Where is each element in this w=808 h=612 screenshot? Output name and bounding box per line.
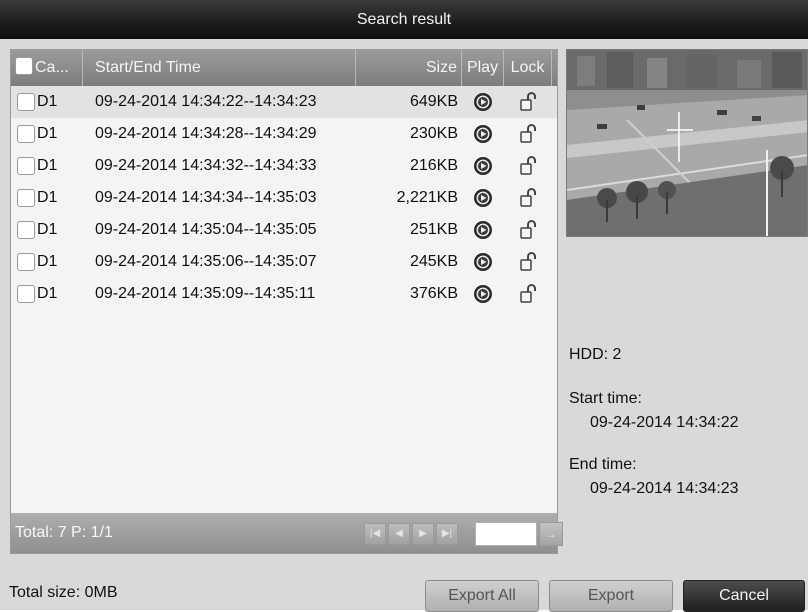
end-time-value: 09-24-2014 14:34:23 — [590, 480, 739, 497]
camera-label: D1 — [37, 125, 58, 142]
results-list-panel: Ca... Start/End Time Size Play Lock D1 0… — [10, 49, 563, 554]
unlocked-padlock-icon[interactable] — [508, 123, 548, 145]
play-circle-icon[interactable] — [463, 220, 503, 240]
play-circle-icon[interactable] — [463, 252, 503, 272]
unlocked-padlock-icon[interactable] — [508, 251, 548, 273]
row-camera-cell: D1 — [17, 118, 57, 150]
next-page-icon[interactable]: ▶ — [412, 523, 434, 545]
export-all-button[interactable]: Export All — [425, 580, 539, 612]
list-header: Ca... Start/End Time Size Play Lock — [11, 50, 557, 86]
play-circle-icon[interactable] — [463, 124, 503, 144]
size-cell: 230KB — [409, 125, 458, 142]
time-range-cell: 09-24-2014 14:34:28--14:34:29 — [95, 125, 317, 142]
row-checkbox[interactable] — [17, 124, 35, 143]
row-camera-cell: D1 — [17, 246, 57, 278]
table-row[interactable]: D1 09-24-2014 14:35:09--14:35:11 376KB — [11, 278, 557, 310]
camera-label: D1 — [37, 253, 58, 270]
select-all-checkbox[interactable] — [15, 57, 33, 76]
time-range-cell: 09-24-2014 14:34:32--14:34:33 — [95, 157, 317, 174]
start-time-label: Start time: — [569, 390, 642, 407]
table-row[interactable]: D1 09-24-2014 14:34:28--14:34:29 230KB — [11, 118, 557, 150]
column-header-camera[interactable]: Ca... — [11, 50, 83, 86]
row-checkbox[interactable] — [17, 92, 35, 111]
play-circle-icon[interactable] — [463, 188, 503, 208]
camera-label: D1 — [37, 93, 58, 110]
size-cell: 2,221KB — [396, 189, 458, 206]
camera-label: D1 — [37, 221, 58, 238]
start-time-value: 09-24-2014 14:34:22 — [590, 414, 739, 431]
time-range-cell: 09-24-2014 14:34:22--14:34:23 — [95, 93, 317, 110]
column-header-lock: Lock — [504, 50, 552, 86]
total-size-label: Total size: 0MB — [9, 584, 118, 601]
dialog-title: Search result — [0, 0, 808, 39]
results-rows: D1 09-24-2014 14:34:22--14:34:23 649KB D… — [11, 86, 557, 310]
first-page-icon[interactable]: |◀ — [364, 523, 386, 545]
row-checkbox[interactable] — [17, 220, 35, 239]
size-cell: 251KB — [409, 221, 458, 238]
play-circle-icon[interactable] — [463, 284, 503, 304]
video-preview-thumbnail — [566, 49, 808, 237]
time-range-cell: 09-24-2014 14:34:34--14:35:03 — [95, 189, 317, 206]
row-camera-cell: D1 — [17, 150, 57, 182]
column-header-time[interactable]: Start/End Time — [83, 50, 356, 86]
go-arrow-icon[interactable]: → — [539, 522, 563, 546]
row-checkbox[interactable] — [17, 188, 35, 207]
last-page-icon[interactable]: ▶| — [436, 523, 458, 545]
size-cell: 376KB — [409, 285, 458, 302]
table-row[interactable]: D1 09-24-2014 14:34:34--14:35:03 2,221KB — [11, 182, 557, 214]
table-row[interactable]: D1 09-24-2014 14:34:32--14:34:33 216KB — [11, 150, 557, 182]
row-camera-cell: D1 — [17, 86, 57, 118]
table-row[interactable]: D1 09-24-2014 14:35:04--14:35:05 251KB — [11, 214, 557, 246]
time-range-cell: 09-24-2014 14:35:09--14:35:11 — [95, 285, 316, 302]
prev-page-icon[interactable]: ◀ — [388, 523, 410, 545]
row-camera-cell: D1 — [17, 182, 57, 214]
end-time-label: End time: — [569, 456, 637, 473]
page-number-input[interactable] — [475, 522, 537, 546]
unlocked-padlock-icon[interactable] — [508, 283, 548, 305]
time-range-cell: 09-24-2014 14:35:06--14:35:07 — [95, 253, 317, 270]
row-checkbox[interactable] — [17, 284, 35, 303]
column-header-play: Play — [462, 50, 504, 86]
cancel-button[interactable]: Cancel — [683, 580, 805, 612]
hdd-label: HDD: 2 — [569, 346, 622, 363]
size-cell: 245KB — [409, 253, 458, 270]
unlocked-padlock-icon[interactable] — [508, 219, 548, 241]
camera-label: D1 — [37, 157, 58, 174]
play-circle-icon[interactable] — [463, 92, 503, 112]
size-cell: 216KB — [409, 157, 458, 174]
time-range-cell: 09-24-2014 14:35:04--14:35:05 — [95, 221, 317, 238]
column-header-size[interactable]: Size — [356, 50, 462, 86]
row-camera-cell: D1 — [17, 214, 57, 246]
column-camera-label: Ca... — [35, 59, 69, 76]
search-result-dialog: Search result Ca... Start/End Time Size … — [0, 0, 808, 612]
unlocked-padlock-icon[interactable] — [508, 187, 548, 209]
camera-label: D1 — [37, 285, 58, 302]
unlocked-padlock-icon[interactable] — [508, 155, 548, 177]
table-row[interactable]: D1 09-24-2014 14:34:22--14:34:23 649KB — [11, 86, 557, 118]
camera-label: D1 — [37, 189, 58, 206]
size-cell: 649KB — [409, 93, 458, 110]
total-pages-label: Total: 7 P: 1/1 — [15, 524, 113, 541]
row-checkbox[interactable] — [17, 156, 35, 175]
table-row[interactable]: D1 09-24-2014 14:35:06--14:35:07 245KB — [11, 246, 557, 278]
row-checkbox[interactable] — [17, 252, 35, 271]
row-camera-cell: D1 — [17, 278, 57, 310]
play-circle-icon[interactable] — [463, 156, 503, 176]
unlocked-padlock-icon[interactable] — [508, 91, 548, 113]
list-footer: Total: 7 P: 1/1 |◀ ◀ ▶ ▶| → — [11, 513, 563, 553]
export-button[interactable]: Export — [549, 580, 673, 612]
